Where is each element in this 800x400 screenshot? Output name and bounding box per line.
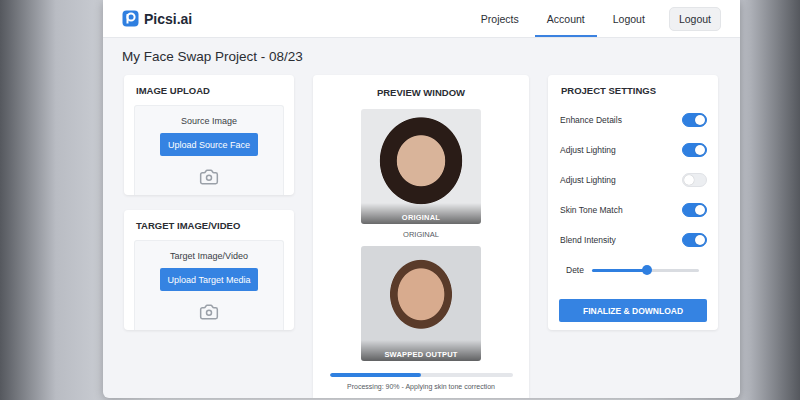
camera-icon bbox=[199, 302, 219, 322]
project-title: My Face Swap Project - 08/23 bbox=[103, 38, 740, 74]
top-bar: Picsi.aiProjectsAccountLogoutLogout bbox=[103, 0, 740, 38]
slider-row: Dete bbox=[559, 255, 707, 285]
nav: ProjectsAccountLogoutLogout bbox=[469, 0, 721, 37]
toggle-label: Blend Intensity bbox=[560, 235, 616, 245]
drop-zone[interactable]: Source Image Upload Source Face bbox=[134, 105, 284, 195]
image-caption: ORIGINAL bbox=[403, 229, 439, 241]
logo-icon bbox=[122, 10, 139, 27]
progress-bar bbox=[330, 373, 513, 377]
preview-image: SWAPPED OUTPUT bbox=[361, 246, 481, 361]
columns: IMAGE UPLOAD Source Image Upload Source Fa… bbox=[103, 74, 740, 398]
logout-button[interactable]: Logout bbox=[669, 7, 721, 31]
toggle-label: Enhance Details bbox=[560, 115, 622, 125]
progress-text: Processing: 90% - Applying skin tone cor… bbox=[347, 383, 495, 390]
image-label: ORIGINAL bbox=[361, 203, 481, 224]
slider-knob[interactable] bbox=[642, 265, 652, 275]
toggle-row: Skin Tone Match bbox=[559, 195, 707, 225]
toggle-row: Enhance Details bbox=[559, 105, 707, 135]
preview-image: ORIGINAL bbox=[361, 109, 481, 224]
toggle-switch[interactable] bbox=[682, 203, 707, 217]
toggle-switch[interactable] bbox=[682, 233, 707, 247]
toggle-label: Adjust Lighting bbox=[560, 145, 616, 155]
toggle-row: Blend Intensity bbox=[559, 225, 707, 255]
nav-item[interactable]: Logout bbox=[601, 0, 657, 37]
settings-panel: PROJECT SETTINGS Enhance Details Adjust Li… bbox=[548, 75, 718, 330]
page: Picsi.aiProjectsAccountLogoutLogoutMy Fa… bbox=[0, 0, 800, 400]
drop-zone[interactable]: Target Image/Video Upload Target Media bbox=[134, 240, 284, 330]
preview-panel: PREVIEW WINDOW ORIGINAL ORIGINAL SWAPPED OU… bbox=[313, 75, 529, 398]
upload-button[interactable]: Upload Source Face bbox=[160, 133, 258, 156]
toggle-label: Adjust Lighting bbox=[560, 175, 616, 185]
drop-label: Source Image bbox=[181, 116, 237, 126]
finalize-button[interactable]: FINALIZE & DOWNLOAD bbox=[559, 299, 707, 322]
toggle-switch[interactable] bbox=[682, 173, 707, 187]
slider-label: Dete bbox=[566, 265, 584, 275]
settings-title: PROJECT SETTINGS bbox=[559, 85, 707, 97]
toggle-switch[interactable] bbox=[682, 143, 707, 157]
card-title: IMAGE UPLOAD bbox=[134, 85, 284, 97]
upload-card: TARGET IMAGE/VIDEO Target Image/Video Uplo… bbox=[124, 210, 294, 330]
slider-fill bbox=[592, 269, 647, 272]
image-label: SWAPPED OUTPUT bbox=[361, 340, 481, 361]
app-window: Picsi.aiProjectsAccountLogoutLogoutMy Fa… bbox=[103, 0, 740, 398]
upload-button[interactable]: Upload Target Media bbox=[160, 268, 259, 291]
toggle-row: Adjust Lighting bbox=[559, 135, 707, 165]
nav-item[interactable]: Projects bbox=[469, 0, 531, 37]
card-title: TARGET IMAGE/VIDEO bbox=[134, 220, 284, 232]
upload-card: IMAGE UPLOAD Source Image Upload Source Fa… bbox=[124, 75, 294, 195]
drop-label: Target Image/Video bbox=[170, 251, 248, 261]
upload-column: IMAGE UPLOAD Source Image Upload Source Fa… bbox=[124, 75, 294, 330]
logo-text: Picsi.ai bbox=[144, 11, 192, 27]
slider[interactable] bbox=[592, 269, 699, 272]
preview-title: PREVIEW WINDOW bbox=[377, 85, 465, 101]
nav-item[interactable]: Account bbox=[535, 0, 597, 37]
camera-icon bbox=[199, 167, 219, 187]
progress-fill bbox=[330, 373, 422, 377]
logo[interactable]: Picsi.ai bbox=[122, 10, 192, 27]
toggle-row: Adjust Lighting bbox=[559, 165, 707, 195]
toggle-switch[interactable] bbox=[682, 113, 707, 127]
toggle-label: Skin Tone Match bbox=[560, 205, 623, 215]
